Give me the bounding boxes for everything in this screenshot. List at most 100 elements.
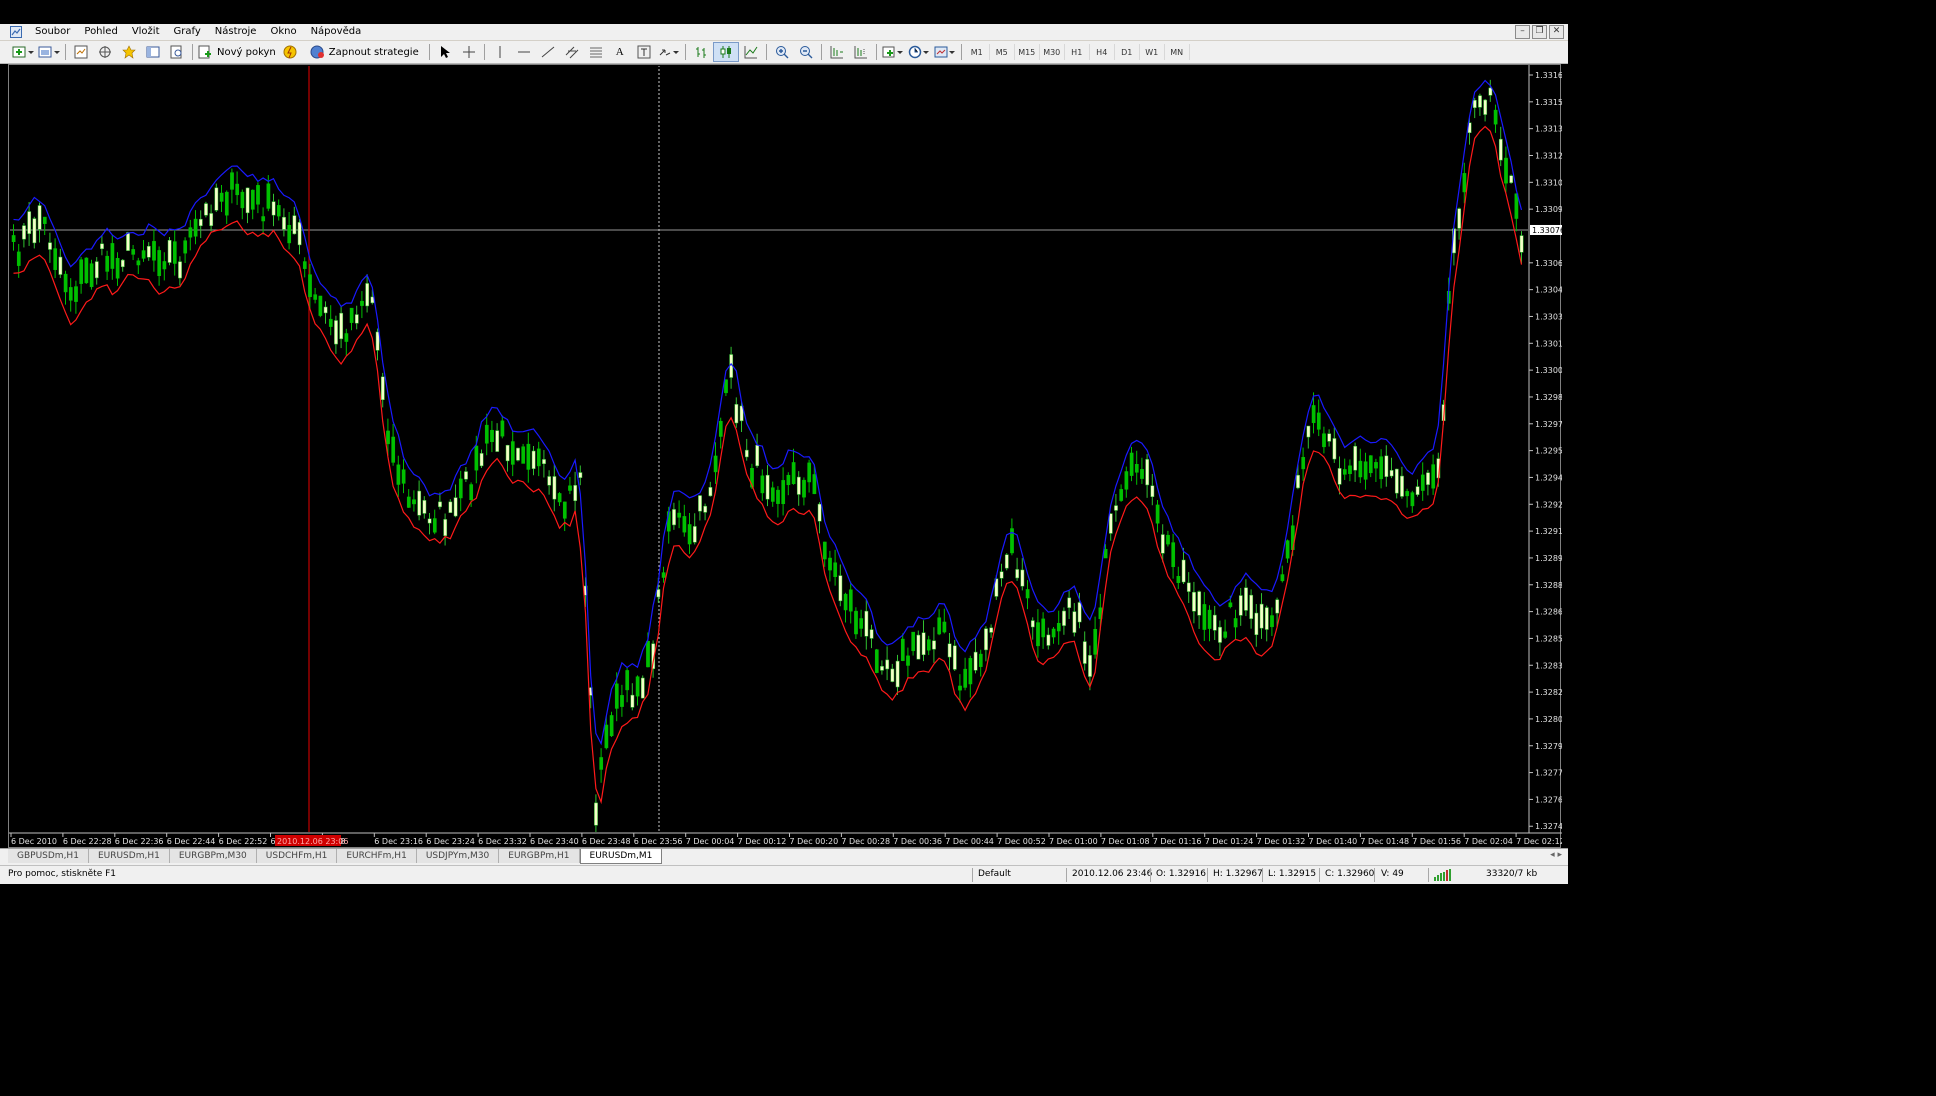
- candle-body: [1233, 618, 1238, 628]
- chart-tabs-bar: GBPUSDm,H1 EURUSDm,H1 EURGBPm,M30 USDCHFm,H…: [0, 848, 1568, 865]
- candle-body: [1093, 628, 1098, 655]
- candlestick-chart[interactable]: 1.33165 1.33150 1.33135 1.33120 1.33105 1.330…: [9, 65, 1562, 849]
- tester-button[interactable]: [165, 43, 189, 61]
- timeframe-button[interactable]: M15: [1015, 44, 1040, 60]
- candle-body: [110, 243, 115, 269]
- timeframe-button[interactable]: D1: [1115, 44, 1140, 60]
- indicators-button[interactable]: [880, 43, 906, 61]
- crosshair-button[interactable]: [457, 43, 481, 61]
- timeframe-button[interactable]: M30: [1040, 44, 1065, 60]
- indicators-icon: [882, 46, 903, 58]
- market-watch-button[interactable]: [69, 43, 93, 61]
- chart-window[interactable]: 1.33165 1.33150 1.33135 1.33120 1.33105 1.330…: [8, 64, 1562, 849]
- restore-icon[interactable]: ❐: [1532, 25, 1547, 39]
- timeframe-button[interactable]: W1: [1140, 44, 1165, 60]
- menu-item[interactable]: Grafy: [167, 25, 208, 39]
- templates-button[interactable]: [932, 43, 958, 61]
- candle-body: [1519, 235, 1524, 253]
- candle-body: [1509, 175, 1514, 183]
- candle-body: [635, 676, 640, 697]
- chart-tab[interactable]: EURCHFm,H1: [337, 849, 417, 863]
- price-axis: 1.33165 1.33150 1.33135 1.33120 1.33105 1.330…: [1529, 71, 1562, 831]
- menu-item[interactable]: Vložit: [125, 25, 167, 39]
- candle-body: [256, 185, 260, 205]
- timeframe-button[interactable]: H4: [1090, 44, 1115, 60]
- candle-body: [542, 459, 546, 464]
- candle-body: [604, 724, 609, 749]
- chart-tab[interactable]: EURUSDm,H1: [88, 849, 170, 863]
- candle-body: [1249, 594, 1254, 619]
- candlestick-button[interactable]: [712, 42, 739, 62]
- close-icon[interactable]: ✕: [1549, 25, 1564, 39]
- menu-item[interactable]: Okno: [263, 25, 303, 39]
- candle-body: [105, 255, 110, 272]
- time-label: 6 Dec 23:24: [426, 837, 475, 846]
- time-label: 7 Dec 01:48: [1360, 837, 1409, 846]
- minimize-icon[interactable]: –: [1515, 25, 1530, 39]
- experts-button[interactable]: [278, 43, 302, 61]
- chart-tab[interactable]: GBPUSDm,H1: [8, 849, 89, 863]
- chart-shift-button[interactable]: [849, 43, 873, 61]
- candle-body: [152, 241, 156, 261]
- text-button[interactable]: A: [608, 43, 632, 61]
- strategies-button[interactable]: Zapnout strategie: [308, 43, 421, 61]
- horizontal-line-button[interactable]: [512, 43, 536, 61]
- bar-chart-button[interactable]: [689, 43, 713, 61]
- candle-body: [547, 476, 552, 486]
- candle-body: [885, 659, 890, 670]
- candle-body: [1322, 433, 1326, 448]
- chart-tab[interactable]: USDCHFm,H1: [256, 849, 338, 863]
- candle-body: [16, 251, 21, 266]
- candle-body: [926, 639, 931, 651]
- candle-body: [235, 183, 240, 196]
- candle-body: [895, 660, 900, 688]
- timeframe-button[interactable]: M5: [990, 44, 1015, 60]
- menu-item[interactable]: Nástroje: [208, 25, 264, 39]
- vertical-line-button[interactable]: [488, 43, 512, 61]
- timeframe-button[interactable]: H1: [1065, 44, 1090, 60]
- profiles-button[interactable]: [36, 43, 62, 61]
- new-order-button[interactable]: Nový pokyn: [196, 43, 278, 61]
- timeframe-button[interactable]: M1: [965, 44, 990, 60]
- zoom-in-button[interactable]: [770, 43, 794, 61]
- trendline-button[interactable]: [536, 43, 560, 61]
- chart-tab[interactable]: USDJPYm,M30: [416, 849, 500, 863]
- candle-body: [1166, 534, 1170, 545]
- candle-body: [573, 485, 578, 501]
- menu-item[interactable]: Pohled: [77, 25, 124, 39]
- tab-scroll-arrows[interactable]: ◂ ▸: [1550, 850, 1562, 860]
- candle-body: [880, 666, 884, 671]
- candle-body: [833, 562, 838, 577]
- candle-body: [458, 478, 463, 499]
- navigator-button[interactable]: [93, 43, 117, 61]
- candle-body: [1030, 620, 1035, 628]
- candle-body: [812, 474, 817, 495]
- candle-body: [204, 203, 208, 216]
- zoom-out-button[interactable]: [794, 43, 818, 61]
- candle-body: [937, 617, 942, 635]
- toolbar-separator: [820, 44, 822, 60]
- chart-tab[interactable]: EURGBPm,M30: [169, 849, 257, 863]
- fibonacci-button[interactable]: [584, 43, 608, 61]
- candle-body: [1114, 505, 1118, 511]
- equidistant-channel-button[interactable]: [560, 43, 584, 61]
- periods-button[interactable]: [906, 43, 932, 61]
- autoscroll-button[interactable]: [825, 43, 849, 61]
- line-chart-button[interactable]: [739, 43, 763, 61]
- timeframe-button[interactable]: MN: [1165, 44, 1190, 60]
- terminal-button[interactable]: [141, 43, 165, 61]
- new-chart-button[interactable]: [10, 43, 36, 61]
- menu-item[interactable]: Nápověda: [304, 25, 369, 39]
- candle-body: [157, 250, 162, 277]
- chart-tab[interactable]: EURGBPm,H1: [499, 849, 580, 863]
- highlighted-time-label: 2010.12.06 23:06: [277, 837, 348, 846]
- cursor-button[interactable]: [433, 43, 457, 61]
- price-label: 1.32790: [1535, 742, 1562, 751]
- arrows-button[interactable]: [656, 43, 682, 61]
- chart-tab[interactable]: EURUSDm,M1: [579, 849, 663, 864]
- traffic-counter: 33320/7 kb: [1486, 869, 1538, 879]
- menu-item[interactable]: Soubor: [28, 25, 77, 39]
- candle-body: [68, 287, 73, 301]
- text-label-button[interactable]: [632, 43, 656, 61]
- favorites-button[interactable]: [117, 43, 141, 61]
